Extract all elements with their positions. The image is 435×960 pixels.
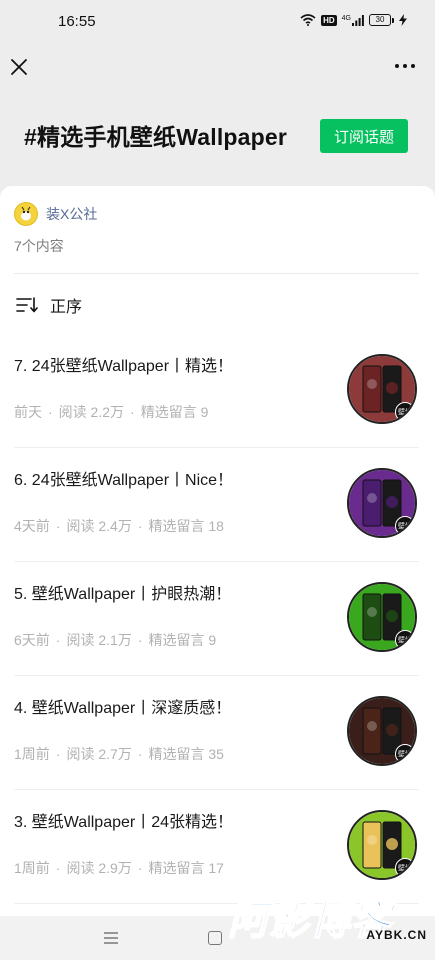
nav-bar [0,44,435,90]
article-item[interactable]: 7. 24张壁纸Wallpaper丨精选！ 前天 · 阅读 2.2万 · 精选留言 9 … [0,334,435,448]
thumbnail-badge: 壁纸 [395,402,415,422]
meta-separator: · [55,860,61,876]
close-icon[interactable] [8,56,30,78]
battery-icon: 30 [369,14,394,26]
sort-label: 正序 [50,299,83,316]
status-time: 16:55 [58,13,96,30]
article-item[interactable]: 5. 壁纸Wallpaper丨护眼热潮！ 6天前 · 阅读 2.1万 · 精选留言 9 … [0,562,435,676]
more-icon[interactable] [395,64,415,68]
article-comments: 精选留言 9 [140,404,209,420]
battery-level: 30 [369,14,391,26]
article-thumbnail[interactable]: 壁纸 [347,696,417,766]
thumbnail-badge: 壁纸 [395,630,415,650]
sort-icon [16,297,38,313]
watermark-logo: 阿影博客 AYBK.CN [227,888,433,952]
article-meta: 1周前 · 阅读 2.7万 · 精选留言 35 [14,744,224,764]
page-title: #精选手机壁纸Wallpaper [24,124,288,150]
meta-separator: · [55,518,61,534]
home-key-icon[interactable] [208,931,222,945]
article-meta: 6天前 · 阅读 2.1万 · 精选留言 9 [14,630,216,650]
status-bar: 16:55 HD 4G 30 [0,0,435,44]
article-reads: 阅读 2.7万 [66,746,132,762]
article-thumbnail[interactable]: 壁纸 [347,810,417,880]
meta-separator: · [55,746,61,762]
article-item[interactable]: 3. 壁纸Wallpaper丨24张精选！ 1周前 · 阅读 2.9万 · 精选留言 1… [0,790,435,904]
article-title[interactable]: 5. 壁纸Wallpaper丨护眼热潮！ [14,580,231,604]
article-title[interactable]: 4. 壁纸Wallpaper丨深邃质感！ [14,694,231,718]
article-reads: 阅读 2.9万 [66,860,132,876]
article-comments: 精选留言 18 [148,518,224,534]
thumbnail-badge: 壁纸 [395,858,415,878]
meta-separator: · [137,746,143,762]
article-meta: 前天 · 阅读 2.2万 · 精选留言 9 [14,402,208,422]
article-reads: 阅读 2.2万 [58,404,125,420]
content-count: 7个内容 [14,238,64,254]
article-title[interactable]: 7. 24张壁纸Wallpaper丨精选！ [14,352,233,376]
article-time: 前天 [14,404,42,420]
article-reads: 阅读 2.4万 [66,518,132,534]
meta-separator: · [48,404,53,420]
article-comments: 精选留言 17 [148,860,224,876]
menu-key-icon[interactable] [102,931,120,945]
article-title[interactable]: 6. 24张壁纸Wallpaper丨Nice！ [14,466,233,490]
topic-header: #精选手机壁纸Wallpaper 订阅话题 [0,100,435,170]
article-time: 6天前 [14,632,50,648]
meta-separator: · [137,860,143,876]
article-comments: 精选留言 9 [148,632,217,648]
thumbnail-badge: 壁纸 [395,744,415,764]
article-meta: 4天前 · 阅读 2.4万 · 精选留言 18 [14,516,224,536]
watermark-url: AYBK.CN [366,928,427,942]
account-name[interactable]: 装X公社 [46,204,97,224]
wifi-icon [300,14,316,26]
network-type: 4G [341,14,351,22]
content-card: 装X公社 7个内容 正序 7. 24张壁纸Wallpaper丨精选！ 前天 · 阅读… [0,186,435,916]
meta-separator: · [55,632,61,648]
hd-badge: HD [321,14,337,26]
article-reads: 阅读 2.1万 [66,632,132,648]
article-comments: 精选留言 35 [148,746,224,762]
article-item[interactable]: 4. 壁纸Wallpaper丨深邃质感！ 1周前 · 阅读 2.7万 · 精选留言 35… [0,676,435,790]
meta-separator: · [137,518,143,534]
account-row[interactable]: 装X公社 [14,202,97,226]
article-thumbnail[interactable]: 壁纸 [347,582,417,652]
bolt-icon [399,14,407,26]
subscribe-topic-button[interactable]: 订阅话题 [320,119,408,153]
meta-separator: · [130,404,135,420]
avatar[interactable] [14,202,38,226]
signal-icon: 4G [341,14,364,26]
sort-toggle[interactable]: 正序 [16,293,82,317]
article-title[interactable]: 3. 壁纸Wallpaper丨24张精选！ [14,808,233,832]
article-time: 1周前 [14,860,50,876]
article-item[interactable]: 6. 24张壁纸Wallpaper丨Nice！ 4天前 · 阅读 2.4万 · 精选留言… [0,448,435,562]
article-thumbnail[interactable]: 壁纸 [347,468,417,538]
article-thumbnail[interactable]: 壁纸 [347,354,417,424]
article-time: 4天前 [14,518,50,534]
article-list: 7. 24张壁纸Wallpaper丨精选！ 前天 · 阅读 2.2万 · 精选留言 9 … [0,334,435,904]
meta-separator: · [137,632,143,648]
divider [14,273,419,274]
article-meta: 1周前 · 阅读 2.9万 · 精选留言 17 [14,858,224,878]
article-time: 1周前 [14,746,50,762]
thumbnail-badge: 壁纸 [395,516,415,536]
status-icons: HD 4G 30 [300,14,407,26]
